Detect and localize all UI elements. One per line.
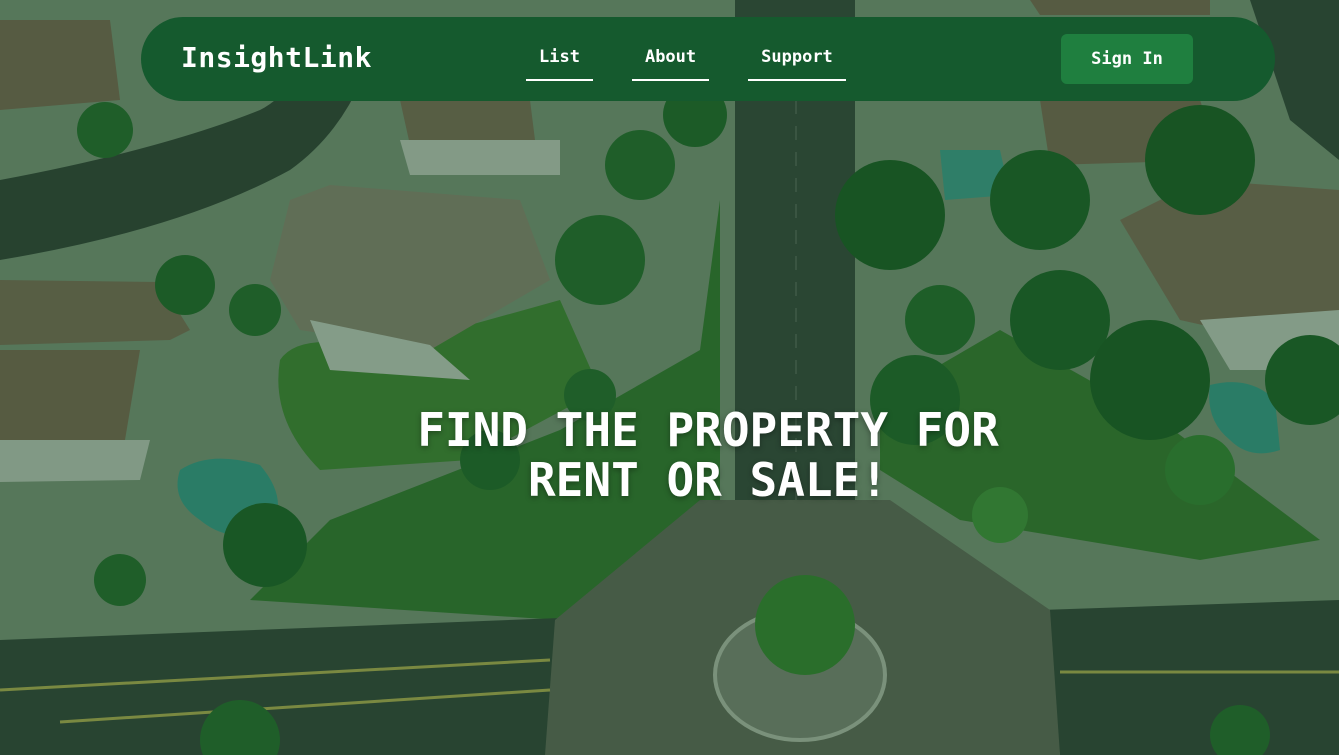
nav-link-list[interactable]: List	[526, 47, 593, 81]
hero-overlay	[0, 0, 1339, 755]
sign-in-button[interactable]: Sign In	[1061, 34, 1193, 84]
brand-logo[interactable]: InsightLink	[181, 41, 372, 74]
hero-headline-line1: FIND THE PROPERTY FOR	[417, 403, 999, 457]
nav-link-about[interactable]: About	[631, 47, 710, 81]
hero-headline: FIND THE PROPERTY FOR RENT OR SALE!	[0, 405, 1339, 505]
nav-links: List About Support	[526, 47, 846, 81]
hero-section	[0, 0, 1339, 755]
top-navbar: InsightLink List About Support Sign In	[141, 17, 1275, 101]
hero-headline-line2: RENT OR SALE!	[527, 453, 889, 507]
nav-link-support[interactable]: Support	[748, 47, 846, 81]
